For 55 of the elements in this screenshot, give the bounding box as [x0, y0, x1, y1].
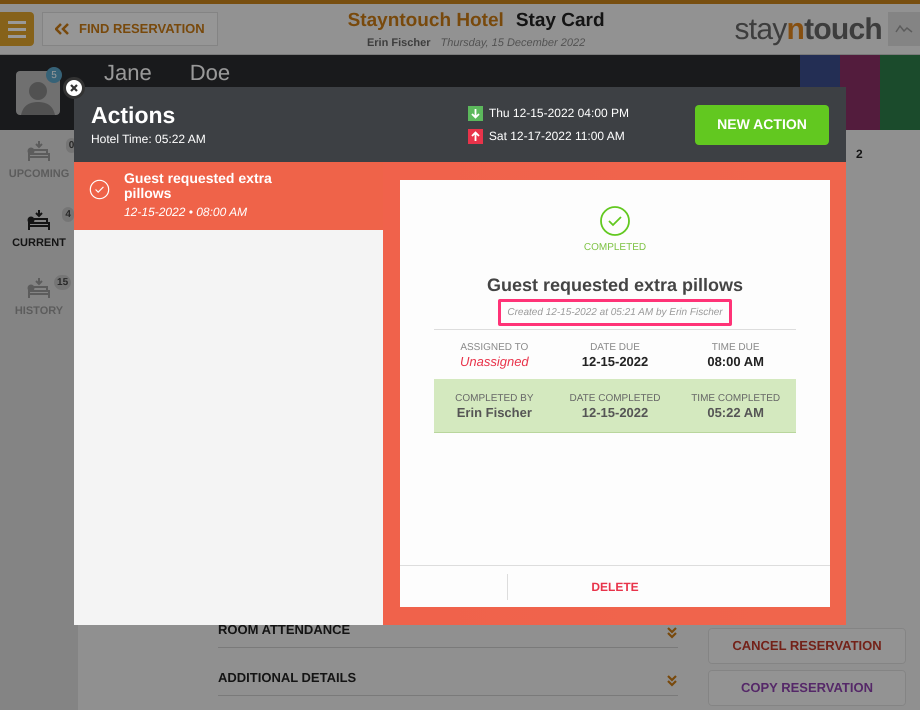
action-title: Guest requested extra pillows	[486, 274, 744, 297]
avatar	[16, 70, 60, 114]
bed-icon	[26, 208, 52, 230]
bed-icon	[26, 277, 52, 299]
hotel-time: Hotel Time: 05:22 AM	[91, 130, 206, 148]
count-badge: 15	[54, 275, 72, 290]
field-label: COMPLETED BY	[455, 392, 534, 406]
guest-last-name: Doe	[190, 61, 230, 85]
arrival-date: Thu 12-15-2022 04:00 PM	[488, 105, 629, 122]
sidebar-tab[interactable]: 4 CURRENT	[4, 208, 74, 251]
pager[interactable]: 2	[856, 145, 863, 163]
double-chevron-down-icon[interactable]	[666, 675, 678, 687]
page-title: Stay Card	[516, 8, 605, 32]
brand-logo: stayntouch	[734, 12, 882, 48]
field-label: TIME DUE	[712, 341, 760, 355]
business-date: Thursday, 15 December 2022	[440, 36, 586, 51]
field-label: ASSIGNED TO	[460, 341, 528, 355]
line-chart-icon	[895, 24, 913, 34]
field-value: 12-15-2022	[582, 355, 648, 369]
field-value: Unassigned	[460, 355, 529, 369]
field-value: Erin Fischer	[456, 406, 532, 420]
find-reservation-button[interactable]: FIND RESERVATION	[42, 12, 218, 46]
bed-icon	[26, 140, 52, 162]
field-value: 05:22 AM	[707, 406, 764, 420]
field-value: 12-15-2022	[582, 406, 648, 420]
created-note: Created 12-15-2022 at 05:21 AM by Erin Fischer	[498, 299, 732, 326]
hotel-name: Stayntouch Hotel	[348, 8, 504, 32]
user-name: Erin Fischer	[366, 36, 431, 51]
check-circle-icon	[599, 205, 631, 237]
modal-title: Actions	[91, 101, 176, 130]
reservation-button[interactable]: CANCEL RESERVATION	[708, 628, 906, 664]
status-label: COMPLETED	[584, 241, 646, 255]
departure-date: Sat 12-17-2022 11:00 AM	[488, 128, 625, 145]
section-title: ROOM ATTENDANCE	[218, 620, 350, 638]
section-title: ADDITIONAL DETAILS	[218, 668, 356, 686]
double-chevron-left-icon	[55, 23, 69, 35]
delete-button[interactable]: DELETE	[508, 566, 830, 607]
notification-badge: 5	[46, 67, 62, 83]
field-label: DATE DUE	[590, 341, 640, 355]
close-icon	[70, 84, 78, 92]
menu-button[interactable]	[0, 12, 34, 46]
reservation-button[interactable]: COPY RESERVATION	[708, 670, 906, 706]
count-badge: 4	[62, 206, 74, 222]
field-label: DATE COMPLETED	[570, 392, 660, 406]
arrow-up-icon	[468, 128, 483, 144]
new-action-button[interactable]: NEW ACTION	[695, 104, 829, 144]
action-due: 12-15-2022 • 08:00 AM	[124, 204, 248, 221]
field-value: 08:00 AM	[707, 355, 764, 369]
chart-button[interactable]	[888, 12, 920, 46]
double-chevron-down-icon[interactable]	[666, 627, 678, 639]
arrow-down-icon	[468, 106, 483, 120]
field-label: TIME COMPLETED	[691, 392, 780, 406]
guest-first-name: Jane	[104, 61, 152, 85]
action-title: Guest requested extra pillows	[124, 171, 273, 201]
check-circle-icon	[89, 179, 110, 200]
